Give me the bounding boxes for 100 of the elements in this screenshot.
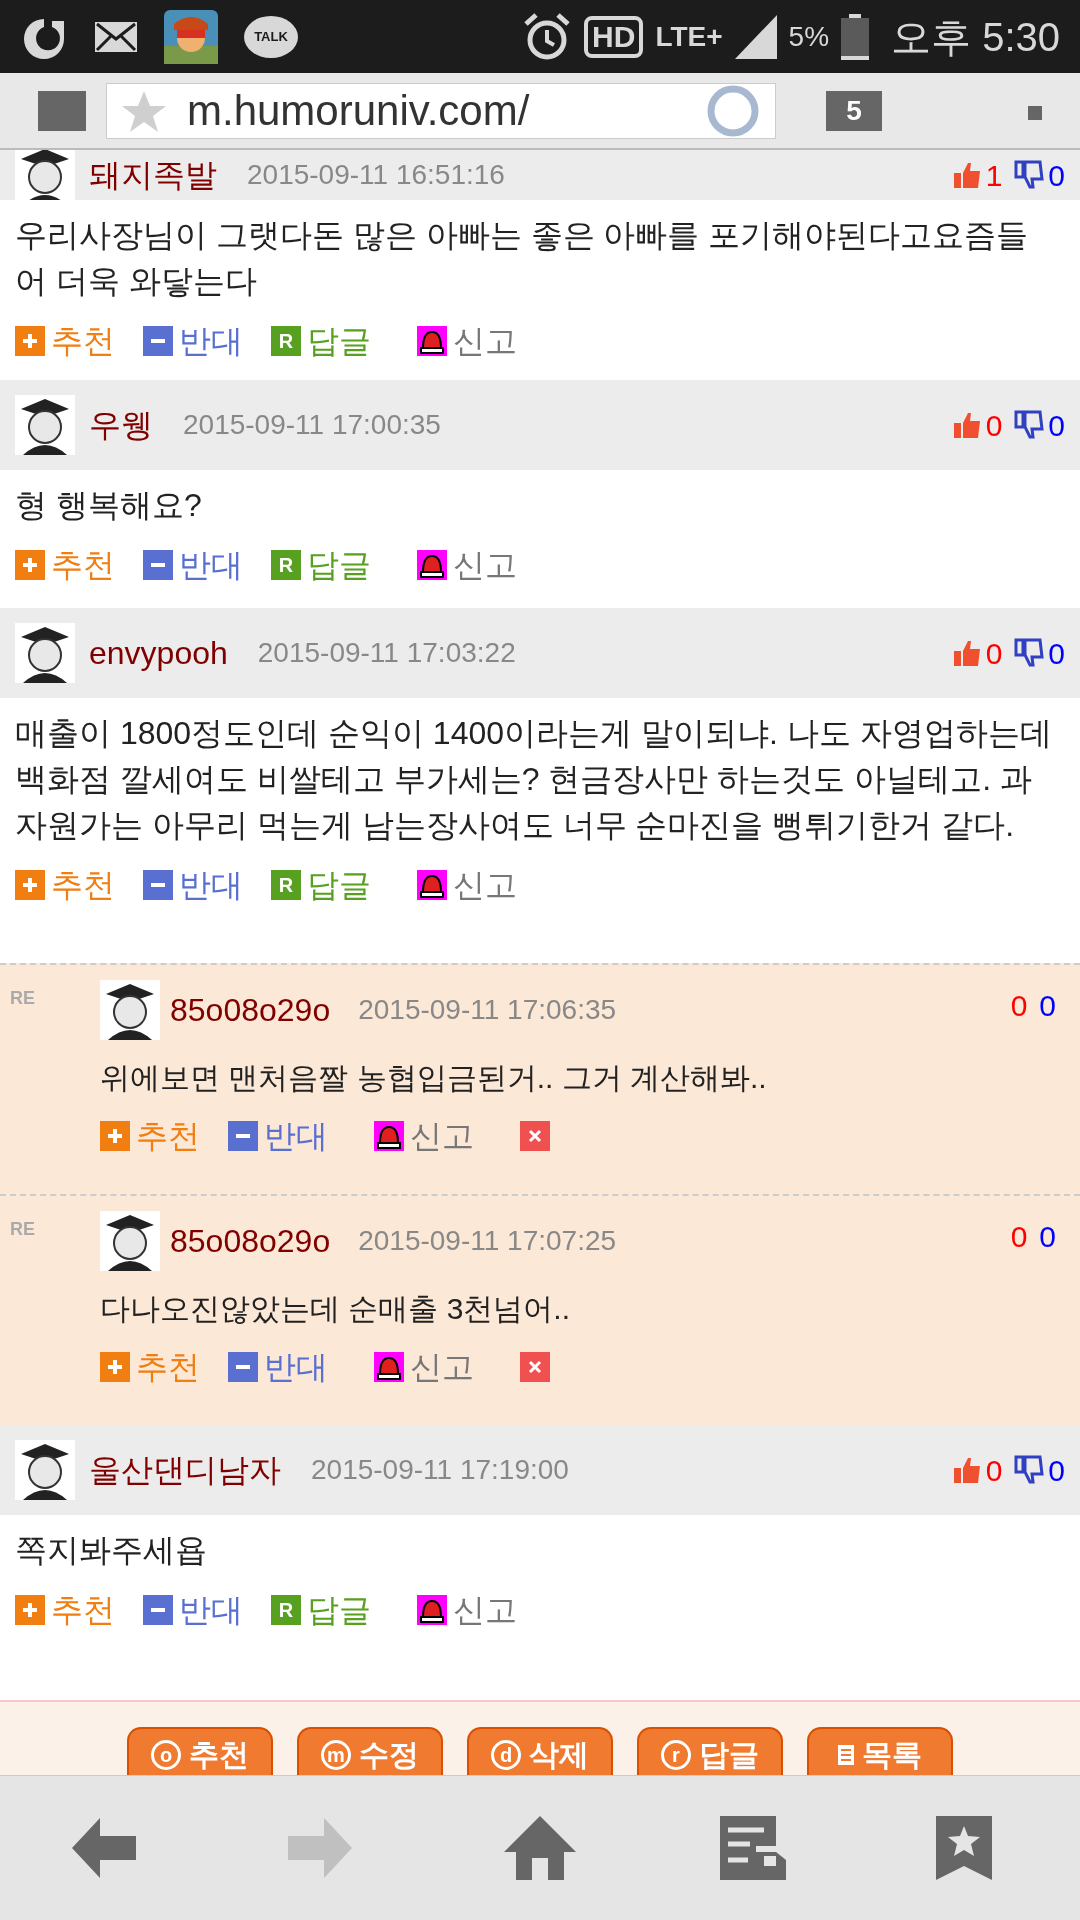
thumbs-down-icon[interactable]	[1014, 410, 1045, 440]
recommend-button[interactable]: 추천	[100, 1112, 200, 1160]
oppose-button[interactable]: 반대	[143, 317, 243, 365]
comment-text: 위에보면 맨처음짤 농협입금된거.. 그거 계산해봐..	[100, 1060, 768, 1096]
re-marker: RE	[10, 1218, 35, 1241]
bottom-button[interactable]: d 삭제	[467, 1727, 613, 1775]
report-button[interactable]: 신고	[374, 1343, 474, 1391]
reply-icon: R	[271, 326, 301, 356]
url-text: m.humoruniv.com/	[187, 86, 530, 136]
site-icon	[38, 90, 86, 131]
author-name[interactable]: 울산댄디남자	[89, 1446, 281, 1494]
author-name[interactable]: 85o08o29o	[170, 1217, 331, 1265]
oppose-button[interactable]: 반대	[228, 1112, 328, 1160]
report-button[interactable]: 신고	[417, 317, 517, 365]
author-name[interactable]: 85o08o29o	[170, 986, 331, 1034]
like-count: 1	[985, 157, 1003, 194]
plus-icon[interactable]	[15, 1595, 45, 1625]
minus-icon[interactable]	[143, 550, 173, 580]
delete-button[interactable]	[520, 1352, 550, 1382]
recommend-button[interactable]: 추천	[15, 541, 115, 589]
plus-icon[interactable]	[100, 1121, 130, 1151]
address-bar[interactable]: m.humoruniv.com/	[106, 82, 776, 139]
author-name[interactable]: 돼지족발	[89, 151, 217, 199]
dislike-count: 0	[1048, 407, 1065, 444]
mail-icon	[94, 20, 138, 53]
battery-percent: 5%	[788, 19, 830, 54]
reply-button[interactable]: R 답글	[271, 861, 371, 909]
siren-icon[interactable]	[417, 326, 447, 356]
avatar-icon	[15, 1440, 75, 1500]
avatar-icon	[15, 623, 75, 683]
oppose-button[interactable]: 반대	[228, 1343, 328, 1391]
recommend-button[interactable]: 추천	[100, 1343, 200, 1391]
report-button[interactable]: 신고	[417, 541, 517, 589]
recommend-button[interactable]: 추천	[15, 861, 115, 909]
home-icon[interactable]	[504, 1816, 576, 1880]
dislike-count: 0	[1039, 1219, 1056, 1255]
minus-icon[interactable]	[143, 870, 173, 900]
minus-icon[interactable]	[143, 326, 173, 356]
oppose-button[interactable]: 반대	[143, 541, 243, 589]
oppose-button[interactable]: 반대	[143, 861, 243, 909]
reply-button[interactable]: R 답글	[271, 317, 371, 365]
recommend-button[interactable]: 추천	[15, 1586, 115, 1634]
bottom-button[interactable]: m 수정	[297, 1727, 443, 1775]
reply-button[interactable]: R 답글	[271, 1586, 371, 1634]
plus-icon[interactable]	[15, 870, 45, 900]
report-button[interactable]: 신고	[374, 1112, 474, 1160]
like-count: 0	[985, 407, 1003, 444]
comment-date: 2015-09-11 17:03:22	[257, 636, 516, 670]
thumbs-up-icon[interactable]	[951, 160, 982, 190]
recommend-button[interactable]: 추천	[15, 317, 115, 365]
minus-icon[interactable]	[143, 1595, 173, 1625]
comment-date: 2015-09-11 16:51:16	[247, 158, 505, 192]
plus-icon[interactable]	[15, 326, 45, 356]
siren-icon[interactable]	[417, 870, 447, 900]
author-name[interactable]: envypooh	[89, 629, 228, 677]
bottom-button[interactable]: 목록	[807, 1727, 953, 1775]
thumbs-down-icon[interactable]	[1014, 638, 1045, 668]
thumbs-up-icon[interactable]	[951, 410, 982, 440]
comment-text: 형 행복해요?	[15, 486, 203, 525]
comment-text: 다나오진않았는데 순매출 3천넘어..	[100, 1291, 572, 1327]
dislike-count: 0	[1048, 157, 1065, 194]
re-marker: RE	[10, 987, 35, 1010]
tab-count[interactable]: 5	[826, 90, 882, 131]
bottom-button[interactable]: r 답글	[637, 1727, 783, 1775]
dislike-count: 0	[1039, 988, 1056, 1024]
author-name[interactable]: 우웽	[89, 401, 153, 449]
siren-icon[interactable]	[417, 550, 447, 580]
comment-date: 2015-09-11 17:19:00	[311, 1453, 569, 1487]
avatar-icon	[15, 395, 75, 455]
hd-indicator: HD	[584, 15, 644, 58]
like-count: 0	[985, 635, 1003, 672]
comment-text: 우리사장님이 그랫다돈 많은 아빠는 좋은 아빠를 포기해야된다고요즘들어 더욱 와닿는다	[15, 216, 1030, 301]
thumbs-up-icon[interactable]	[951, 1455, 982, 1485]
plus-icon[interactable]	[15, 550, 45, 580]
network-label: LTE+	[655, 19, 723, 54]
reply-icon: R	[271, 870, 301, 900]
plus-icon[interactable]	[100, 1352, 130, 1382]
circle-letter-icon: r	[661, 1740, 691, 1770]
delete-button[interactable]	[520, 1121, 550, 1151]
avatar-icon	[100, 1211, 160, 1271]
minus-icon[interactable]	[228, 1352, 258, 1382]
comment-date: 2015-09-11 17:07:25	[358, 1224, 617, 1258]
report-button[interactable]: 신고	[417, 861, 517, 909]
thumbs-down-icon[interactable]	[1014, 1455, 1045, 1485]
siren-icon[interactable]	[374, 1121, 404, 1151]
reply-icon: R	[271, 550, 301, 580]
like-count: 0	[1010, 1219, 1028, 1255]
report-button[interactable]: 신고	[417, 1586, 517, 1634]
minus-icon[interactable]	[228, 1121, 258, 1151]
reply-button[interactable]: R 답글	[271, 541, 371, 589]
dislike-count: 0	[1048, 635, 1065, 672]
bottom-button[interactable]: o 추천	[127, 1727, 273, 1775]
oppose-button[interactable]: 반대	[143, 1586, 243, 1634]
circle-letter-icon: m	[321, 1740, 351, 1770]
clock: 오후 5:30	[891, 13, 1060, 61]
siren-icon[interactable]	[374, 1352, 404, 1382]
thumbs-up-icon[interactable]	[951, 638, 982, 668]
reply-icon: R	[271, 1595, 301, 1625]
siren-icon[interactable]	[417, 1595, 447, 1625]
thumbs-down-icon[interactable]	[1014, 160, 1045, 190]
